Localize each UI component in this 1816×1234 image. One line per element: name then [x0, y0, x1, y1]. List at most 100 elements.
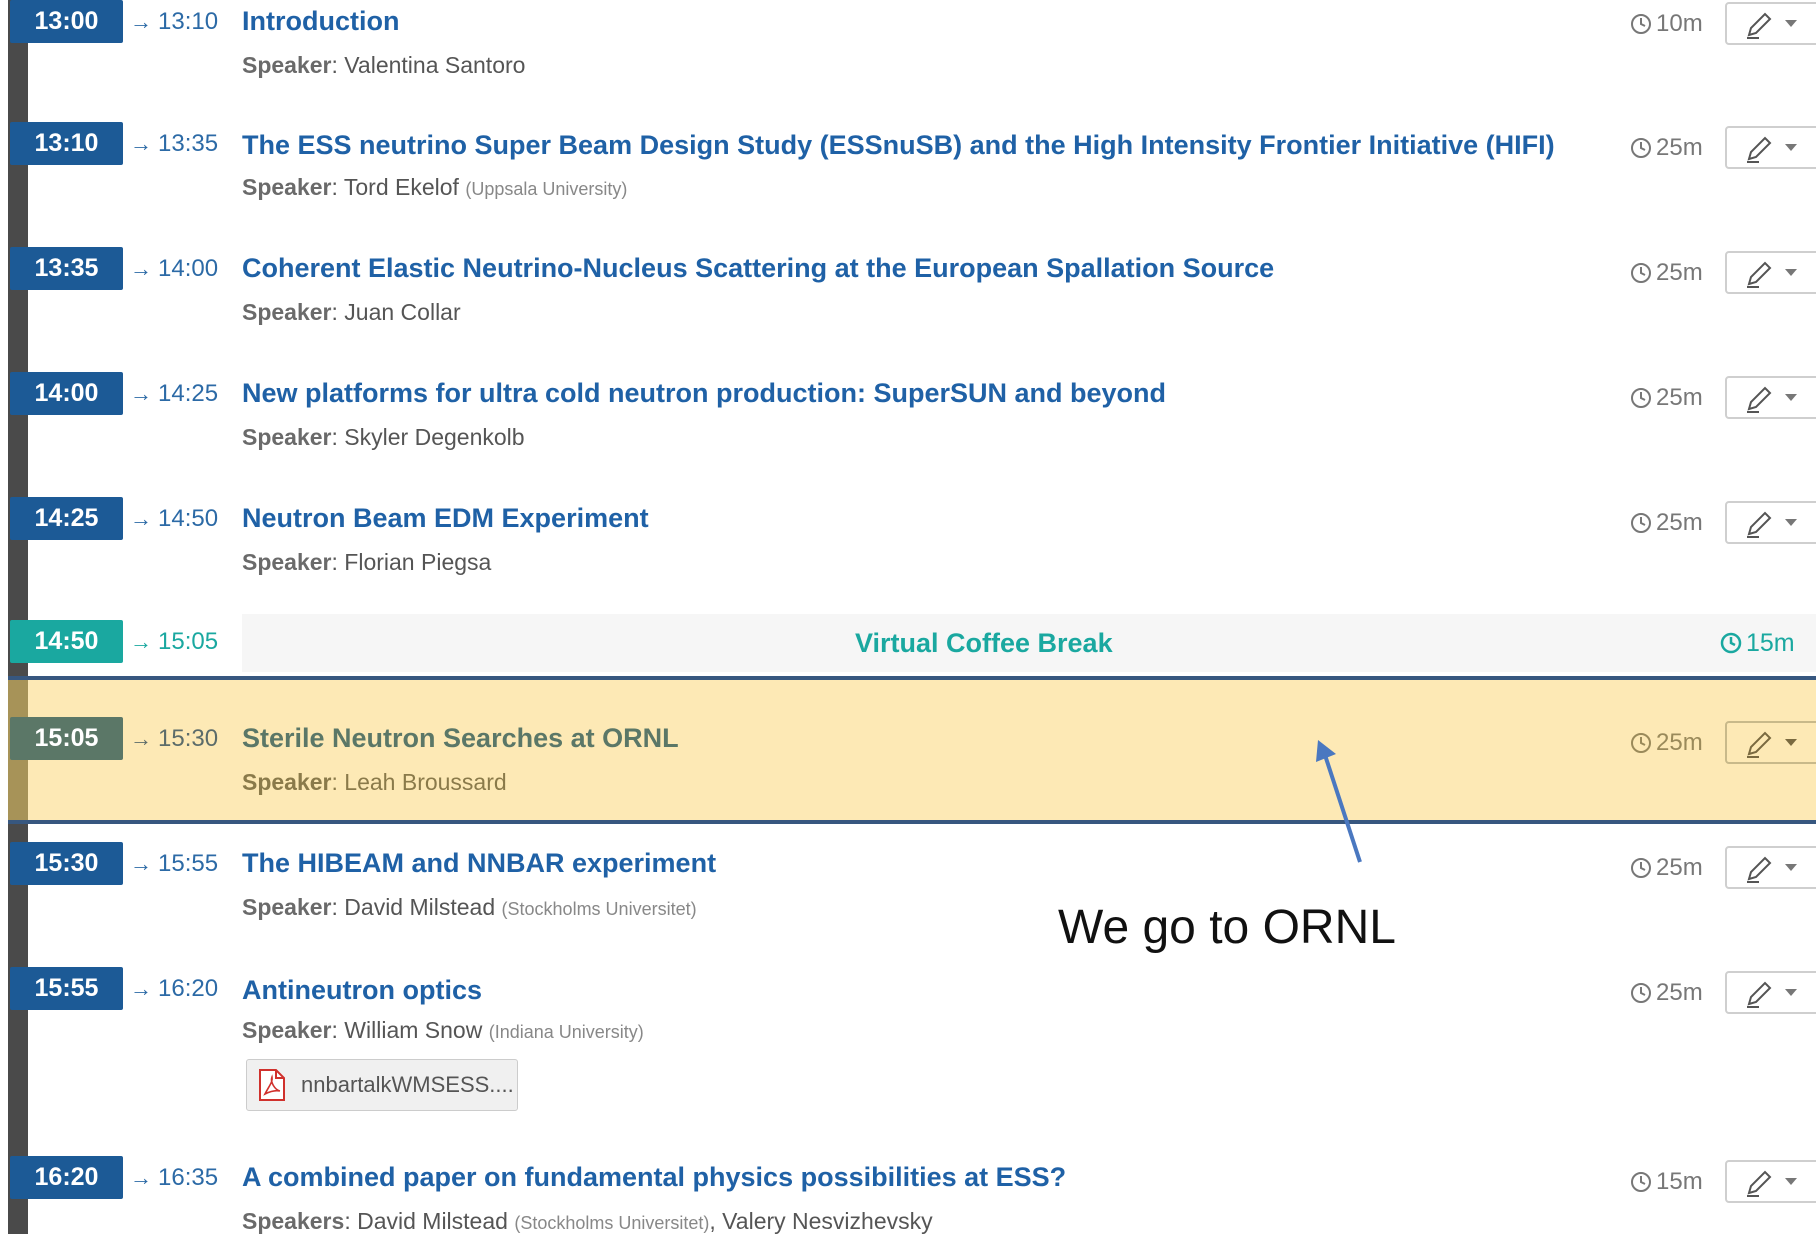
- contribution-title[interactable]: Antineutron optics: [242, 969, 482, 1012]
- duration-value: 10m: [1656, 10, 1703, 37]
- arrow-right-icon: →: [130, 629, 152, 654]
- speaker-name[interactable]: Tord Ekelof: [344, 174, 459, 200]
- edit-menu-button[interactable]: [1725, 2, 1816, 45]
- pencil-icon: [1747, 731, 1772, 758]
- edit-menu-button[interactable]: [1725, 501, 1816, 544]
- start-time-badge: 13:00: [10, 0, 123, 43]
- duration: 25m: [1630, 721, 1703, 764]
- contribution-title[interactable]: Introduction: [242, 0, 399, 43]
- speaker-name[interactable]: Leah Broussard: [344, 769, 506, 795]
- speaker-name[interactable]: David Milstead: [344, 894, 495, 920]
- end-time-value: 14:25: [158, 380, 219, 407]
- contribution-title[interactable]: The ESS neutrino Super Beam Design Study…: [242, 124, 1555, 167]
- clock-icon: [1631, 512, 1651, 533]
- contribution-title[interactable]: A combined paper on fundamental physics …: [242, 1156, 1066, 1199]
- duration-value: 25m: [1656, 134, 1703, 161]
- arrow-right-icon: →: [130, 506, 152, 531]
- duration-value: 25m: [1656, 979, 1703, 1006]
- speaker-line: Speaker: Valentina Santoro: [242, 52, 526, 78]
- chevron-down-icon: [1785, 864, 1797, 871]
- duration: 25m: [1630, 971, 1703, 1014]
- speaker-line: Speaker: Florian Piegsa: [242, 549, 492, 575]
- arrow-right-icon: →: [130, 9, 152, 34]
- speaker-name[interactable]: David Milstead: [357, 1208, 508, 1234]
- attachment-button[interactable]: nnbartalkWMSESS....: [246, 1059, 518, 1111]
- clock-icon: [1631, 982, 1651, 1003]
- speaker-name-2[interactable]: , Valery Nesvizhevsky: [709, 1208, 932, 1234]
- speaker-name[interactable]: Juan Collar: [344, 299, 460, 325]
- speaker-name[interactable]: Skyler Degenkolb: [344, 424, 524, 450]
- start-time-badge: 15:05: [10, 717, 123, 760]
- contribution-title[interactable]: Sterile Neutron Searches at ORNL: [242, 717, 679, 760]
- chevron-down-icon: [1785, 144, 1797, 151]
- edit-menu-button[interactable]: [1725, 376, 1816, 419]
- contribution-title[interactable]: The HIBEAM and NNBAR experiment: [242, 842, 716, 885]
- duration: 10m: [1630, 2, 1703, 45]
- clock-icon: [1631, 387, 1651, 408]
- duration: 25m: [1630, 251, 1703, 294]
- contribution-title[interactable]: Coherent Elastic Neutrino-Nucleus Scatte…: [242, 247, 1274, 290]
- speaker-affiliation: (Stockholms Universitet): [501, 899, 697, 919]
- clock-icon: [1631, 732, 1651, 753]
- edit-menu-button[interactable]: [1725, 251, 1816, 294]
- end-time: → 15:55: [130, 842, 218, 885]
- edit-menu-button[interactable]: [1725, 721, 1816, 764]
- speaker-line: Speakers: David Milstead (Stockholms Uni…: [242, 1208, 933, 1234]
- pencil-icon: [1747, 12, 1772, 39]
- duration: 25m: [1630, 501, 1703, 544]
- arrow-right-icon: →: [130, 131, 152, 156]
- edit-menu-button[interactable]: [1725, 126, 1816, 169]
- edit-menu-button[interactable]: [1725, 846, 1816, 889]
- speaker-affiliation: (Indiana University): [488, 1022, 644, 1042]
- duration-value: 25m: [1656, 384, 1703, 411]
- chevron-down-icon: [1785, 989, 1797, 996]
- speaker-affiliation: (Stockholms Universitet): [514, 1213, 710, 1233]
- annotation-arrow: [1316, 740, 1362, 863]
- arrow-right-icon: →: [130, 1165, 152, 1190]
- duration: 25m: [1630, 126, 1703, 169]
- end-time: → 14:50: [130, 497, 218, 540]
- pencil-icon: [1747, 981, 1772, 1008]
- duration-value: 15m: [1746, 629, 1795, 657]
- speaker-label: Speaker: [242, 769, 332, 795]
- contribution-title[interactable]: New platforms for ultra cold neutron pro…: [242, 372, 1166, 415]
- chevron-down-icon: [1785, 20, 1797, 27]
- break-duration: 15m: [1720, 614, 1795, 672]
- speaker-name[interactable]: William Snow: [344, 1017, 482, 1043]
- edit-menu-button[interactable]: [1725, 1160, 1816, 1203]
- end-time: → 16:35: [130, 1156, 218, 1199]
- clock-icon: [1720, 632, 1742, 654]
- pencil-icon: [1747, 261, 1772, 288]
- speaker-line: Speaker: Juan Collar: [242, 299, 461, 325]
- end-time: → 16:20: [130, 967, 218, 1010]
- break-end-time: → 15:05: [130, 620, 218, 663]
- contribution-title[interactable]: Neutron Beam EDM Experiment: [242, 497, 649, 540]
- end-time: → 14:25: [130, 372, 218, 415]
- start-time-badge: 14:00: [10, 372, 123, 415]
- start-time-badge: 15:55: [10, 967, 123, 1010]
- arrow-right-icon: →: [130, 726, 152, 751]
- arrow-right-icon: →: [130, 976, 152, 1001]
- duration: 25m: [1630, 846, 1703, 889]
- clock-icon: [1631, 262, 1651, 283]
- speaker-label: Speaker: [242, 174, 332, 200]
- duration-value: 25m: [1656, 854, 1703, 881]
- speaker-name[interactable]: Florian Piegsa: [344, 549, 491, 575]
- speaker-line: Speaker: David Milstead (Stockholms Univ…: [242, 894, 697, 920]
- break-start-badge: 14:50: [10, 620, 123, 663]
- end-time-value: 16:35: [158, 1164, 219, 1191]
- speaker-label: Speaker: [242, 299, 332, 325]
- end-time: → 15:30: [130, 717, 218, 760]
- speaker-line: Speaker: Skyler Degenkolb: [242, 424, 525, 450]
- clock-icon: [1631, 13, 1651, 34]
- end-time-value: 15:55: [158, 850, 219, 877]
- break-title[interactable]: Virtual Coffee Break: [855, 614, 1113, 672]
- speaker-label: Speaker: [242, 52, 332, 78]
- chevron-down-icon: [1785, 269, 1797, 276]
- edit-menu-button[interactable]: [1725, 971, 1816, 1014]
- timeline-bar: [8, 0, 28, 1234]
- pencil-icon: [1747, 856, 1772, 883]
- speaker-name[interactable]: Valentina Santoro: [344, 52, 525, 78]
- chevron-down-icon: [1785, 1178, 1797, 1185]
- start-time-badge: 15:30: [10, 842, 123, 885]
